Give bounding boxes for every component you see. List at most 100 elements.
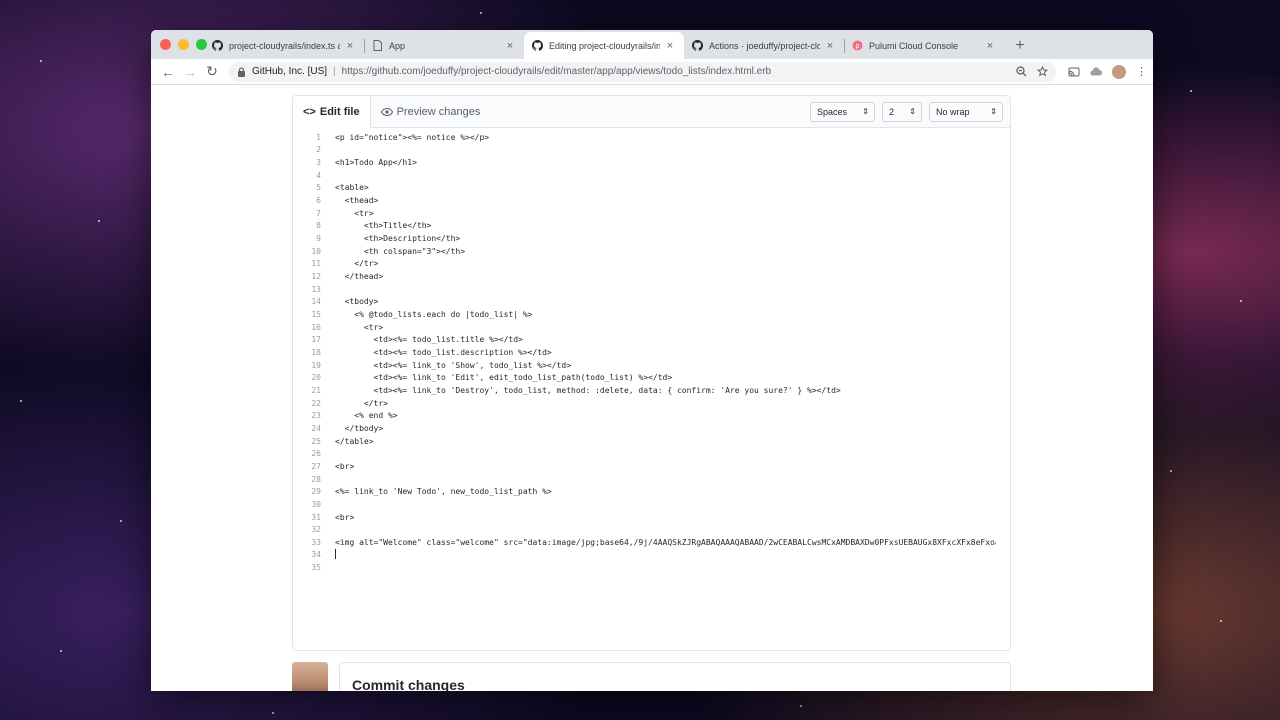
line-content: <br> xyxy=(335,461,355,471)
url-text[interactable]: https://github.com/joeduffy/project-clou… xyxy=(342,66,1016,77)
editor-options: Spaces ⇕ 2 ⇕ No wrap ⇕ xyxy=(810,96,1010,127)
line-number: 25 xyxy=(311,436,321,446)
code-line[interactable]: 11 </tr> xyxy=(293,258,1010,271)
line-number: 18 xyxy=(311,347,321,357)
code-line[interactable]: 33 <img alt="Welcome" class="welcome" src… xyxy=(293,536,1010,549)
forward-button[interactable]: → xyxy=(179,61,201,83)
zoom-icon[interactable] xyxy=(1016,66,1027,77)
code-line[interactable]: 13 xyxy=(293,283,1010,296)
new-tab-button[interactable]: + xyxy=(1010,37,1030,55)
close-tab-icon[interactable]: × xyxy=(664,40,676,52)
line-content: <td><%= link_to 'Destroy', todo_list, me… xyxy=(335,385,841,395)
code-line[interactable]: 25 </table> xyxy=(293,435,1010,448)
star xyxy=(1190,90,1192,92)
close-tab-icon[interactable]: × xyxy=(344,40,356,52)
code-line[interactable]: 24 </tbody> xyxy=(293,422,1010,435)
tab-project-index-ts[interactable]: project-cloudyrails/index.ts at × xyxy=(204,32,364,59)
code-line[interactable]: 35 xyxy=(293,561,1010,574)
profile-avatar[interactable] xyxy=(1112,64,1126,79)
preview-changes-label: Preview changes xyxy=(396,105,481,118)
line-number: 4 xyxy=(316,170,321,180)
close-tab-icon[interactable]: × xyxy=(984,40,996,52)
code-line[interactable]: 10 <th colspan="3"></th> xyxy=(293,245,1010,258)
line-content: <td><%= todo_list.description %></td> xyxy=(335,347,552,357)
tab-preview-changes[interactable]: Preview changes xyxy=(371,96,491,127)
indent-size-select[interactable]: 2 ⇕ xyxy=(882,101,922,122)
back-button[interactable]: ← xyxy=(157,61,179,83)
code-line[interactable]: 19 <td><%= link_to 'Show', todo_list %><… xyxy=(293,359,1010,372)
code-line[interactable]: 31 <br> xyxy=(293,511,1010,524)
page-content: <> Edit file Preview changes Spaces ⇕ 2 … xyxy=(151,86,1153,691)
reload-button[interactable]: ↻ xyxy=(201,61,223,83)
line-content: <th>Title</th> xyxy=(335,221,432,231)
star xyxy=(20,400,22,402)
line-content: </thead> xyxy=(335,272,384,282)
code-line[interactable]: 20 <td><%= link_to 'Edit', edit_todo_lis… xyxy=(293,371,1010,384)
line-number: 6 xyxy=(316,196,321,206)
browser-menu-button[interactable]: ⋮ xyxy=(1136,65,1147,78)
browser-toolbar: ← → ↻ GitHub, Inc. [US] | https://github… xyxy=(151,59,1153,85)
code-line[interactable]: 1 <p id="notice"><%= notice %></p> xyxy=(293,131,1010,144)
code-line[interactable]: 30 xyxy=(293,498,1010,511)
address-bar[interactable]: GitHub, Inc. [US] | https://github.com/j… xyxy=(229,61,1056,82)
line-number: 32 xyxy=(311,525,321,535)
code-line[interactable]: 18 <td><%= todo_list.description %></td> xyxy=(293,346,1010,359)
minimize-window-button[interactable] xyxy=(178,39,189,50)
code-line[interactable]: 4 xyxy=(293,169,1010,182)
code-line[interactable]: 9 <th>Description</th> xyxy=(293,232,1010,245)
indent-mode-select[interactable]: Spaces ⇕ xyxy=(810,101,875,122)
line-content xyxy=(321,548,996,561)
code-line[interactable]: 23 <% end %> xyxy=(293,409,1010,422)
page-icon xyxy=(372,40,383,51)
line-content: </tbody> xyxy=(335,423,384,433)
code-line[interactable]: 12 </thead> xyxy=(293,270,1010,283)
line-number: 8 xyxy=(316,221,321,231)
code-line[interactable]: 17 <td><%= todo_list.title %></td> xyxy=(293,334,1010,347)
tab-pulumi-console[interactable]: p Pulumi Cloud Console × xyxy=(844,32,1004,59)
edit-file-label: Edit file xyxy=(319,106,360,118)
code-icon: <> xyxy=(303,106,316,118)
line-number: 10 xyxy=(311,246,321,256)
star xyxy=(272,712,274,714)
code-area[interactable]: 1 <p id="notice"><%= notice %></p> 2 3 <h1>T… xyxy=(293,128,1010,574)
line-number: 11 xyxy=(311,259,321,269)
code-line[interactable]: 3 <h1>Todo App</h1> xyxy=(293,156,1010,169)
cast-icon[interactable] xyxy=(1068,67,1080,77)
line-content: <tr> xyxy=(335,208,374,218)
tab-actions[interactable]: Actions · joeduffy/project-clou × xyxy=(684,32,844,59)
code-line[interactable]: 8 <th>Title</th> xyxy=(293,220,1010,233)
wrap-mode-select[interactable]: No wrap ⇕ xyxy=(929,101,1003,122)
tab-title: Actions · joeduffy/project-clou xyxy=(709,40,820,51)
line-number: 34 xyxy=(311,550,321,560)
code-line[interactable]: 29 <%= link_to 'New Todo', new_todo_list_… xyxy=(293,485,1010,498)
tab-editing-project[interactable]: Editing project-cloudyrails/inde × xyxy=(524,32,684,59)
code-line[interactable]: 6 <thead> xyxy=(293,194,1010,207)
code-line[interactable]: 26 xyxy=(293,447,1010,460)
star xyxy=(60,650,62,652)
code-line[interactable]: 14 <tbody> xyxy=(293,296,1010,309)
code-line[interactable]: 27 <br> xyxy=(293,460,1010,473)
tab-title: Editing project-cloudyrails/inde xyxy=(549,40,660,51)
close-tab-icon[interactable]: × xyxy=(504,40,516,52)
close-window-button[interactable] xyxy=(160,39,171,50)
code-line[interactable]: 5 <table> xyxy=(293,182,1010,195)
code-line[interactable]: 22 </tr> xyxy=(293,397,1010,410)
code-line[interactable]: 2 xyxy=(293,144,1010,157)
code-line[interactable]: 32 xyxy=(293,523,1010,536)
line-number: 23 xyxy=(311,411,321,421)
tab-strip: project-cloudyrails/index.ts at × App × … xyxy=(151,30,1153,59)
code-line[interactable]: 16 <tr> xyxy=(293,321,1010,334)
code-line[interactable]: 21 <td><%= link_to 'Destroy', todo_list,… xyxy=(293,384,1010,397)
code-line[interactable]: 34 xyxy=(293,548,1010,562)
cloud-icon[interactable] xyxy=(1090,67,1102,76)
code-line[interactable]: 7 <tr> xyxy=(293,207,1010,220)
code-line[interactable]: 15 <% @todo_lists.each do |todo_list| %> xyxy=(293,308,1010,321)
code-line[interactable]: 28 xyxy=(293,473,1010,486)
star-bookmark-icon[interactable] xyxy=(1037,66,1048,77)
browser-window: project-cloudyrails/index.ts at × App × … xyxy=(151,30,1153,691)
tab-app[interactable]: App × xyxy=(364,32,524,59)
tab-title: Pulumi Cloud Console xyxy=(869,40,959,51)
close-tab-icon[interactable]: × xyxy=(824,40,836,52)
committer-avatar xyxy=(292,662,328,691)
tab-edit-file[interactable]: <> Edit file xyxy=(293,96,371,128)
